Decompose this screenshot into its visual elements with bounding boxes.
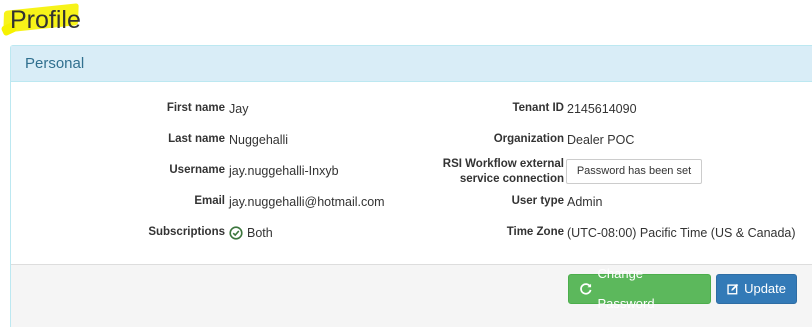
page-title: Profile xyxy=(10,6,81,34)
organization-label: Organization xyxy=(493,133,564,145)
password-status-box: Password has been set xyxy=(566,159,702,184)
first-name-label: First name xyxy=(166,102,225,114)
update-label: Update xyxy=(744,281,786,296)
personal-panel: Personal First name Jay Tenant ID 214561… xyxy=(10,45,812,327)
change-password-button[interactable]: Change Password xyxy=(568,266,711,311)
last-name-value: Nuggehalli xyxy=(229,133,289,147)
rsi-workflow-label-line2: service connection xyxy=(459,173,564,185)
subscriptions-text: Both xyxy=(247,226,273,240)
user-type-label: User type xyxy=(511,195,564,207)
check-circle-icon xyxy=(229,226,243,240)
update-button[interactable]: Update xyxy=(716,274,797,304)
time-zone-label: Time Zone xyxy=(506,226,564,238)
rsi-workflow-label: RSI Workflow external service connection xyxy=(443,157,564,187)
last-name-label: Last name xyxy=(168,133,225,145)
rsi-workflow-label-line1: RSI Workflow external xyxy=(442,158,564,170)
time-zone-value: (UTC-08:00) Pacific Time (US & Canada) xyxy=(567,226,796,240)
organization-value: Dealer POC xyxy=(567,133,635,147)
tenant-id-value: 2145614090 xyxy=(567,102,637,116)
panel-footer: Change Password Update xyxy=(11,264,812,327)
username-value: jay.nuggehalli-Inxyb xyxy=(229,164,339,178)
first-name-value: Jay xyxy=(229,102,249,116)
user-type-value: Admin xyxy=(567,195,603,209)
subscriptions-value: Both xyxy=(229,226,273,240)
username-label: Username xyxy=(169,164,225,176)
tenant-id-label: Tenant ID xyxy=(512,102,564,114)
edit-icon xyxy=(727,283,739,295)
subscriptions-label: Subscriptions xyxy=(148,226,225,238)
change-password-label: Change Password xyxy=(597,266,655,311)
refresh-icon xyxy=(580,283,592,295)
email-value: jay.nuggehalli@hotmail.com xyxy=(229,195,385,209)
panel-heading: Personal xyxy=(11,46,812,82)
email-label: Email xyxy=(194,195,225,207)
